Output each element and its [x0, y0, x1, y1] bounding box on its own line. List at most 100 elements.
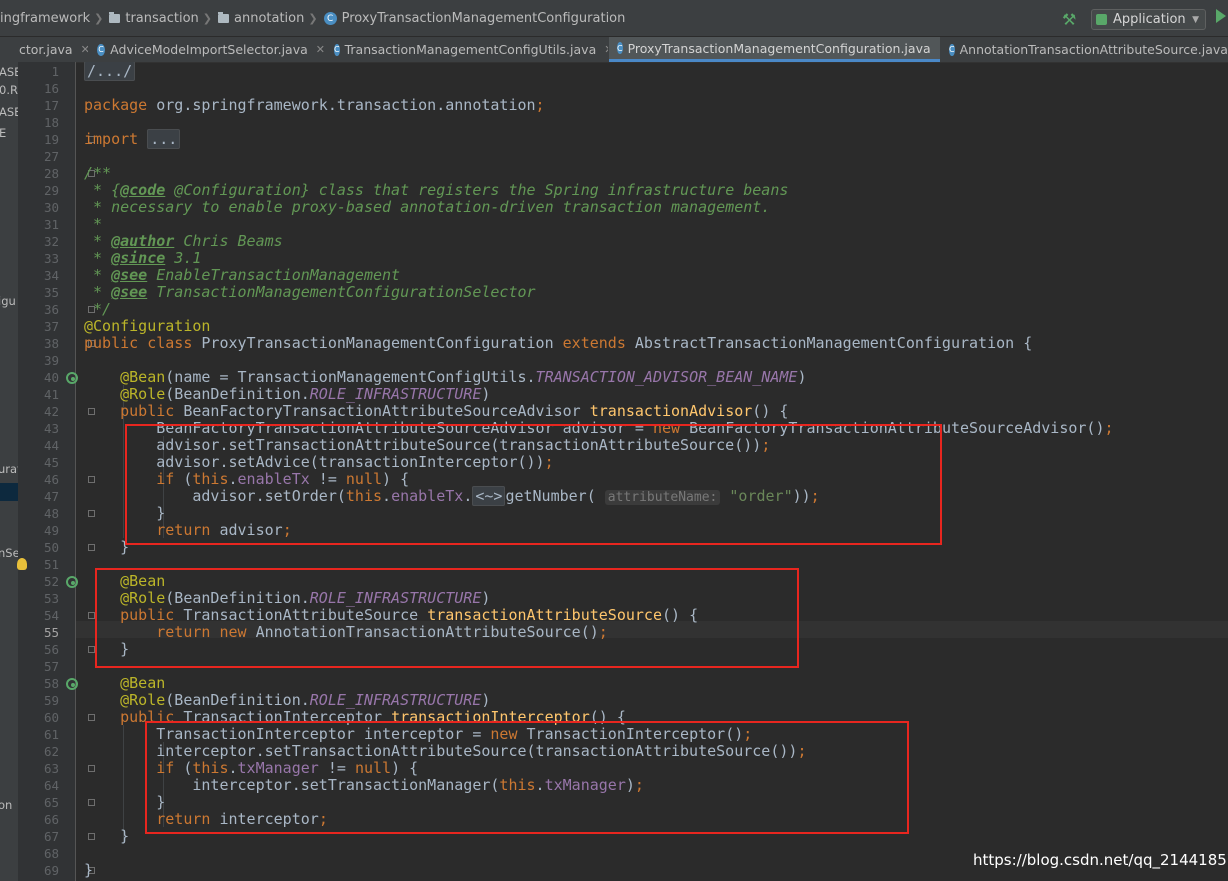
code-line[interactable]: * necessary to enable proxy-based annota…: [84, 199, 1114, 216]
line-number: 51: [43, 557, 59, 572]
code-line[interactable]: */: [84, 301, 1114, 318]
project-item[interactable]: 0.R: [0, 83, 18, 97]
breadcrumb-item-annotation[interactable]: annotation ❯: [218, 11, 324, 26]
code-token: ROLE_INFRASTRUCTURE: [309, 691, 482, 709]
code-line[interactable]: [84, 80, 1114, 97]
breadcrumb-item-transaction[interactable]: transaction ❯: [109, 11, 218, 26]
tab-advicemodeimportselector[interactable]: C AdviceModeImportSelector.java ✕: [89, 37, 325, 62]
tab-selector-java[interactable]: ctor.java✕: [0, 37, 88, 62]
chevron-right-icon: ❯: [202, 12, 212, 25]
line-number: 34: [43, 268, 59, 283]
folder-icon: [109, 12, 121, 23]
line-number: 19: [43, 132, 59, 147]
code-line[interactable]: [84, 114, 1114, 131]
run-icon[interactable]: [1216, 9, 1226, 23]
code-line[interactable]: [84, 148, 1114, 165]
code-line[interactable]: @Configuration: [84, 318, 1114, 335]
highlight-box-attribute-source: [95, 568, 799, 668]
code-token: public class: [84, 334, 202, 352]
line-number: 41: [43, 387, 59, 402]
code-token: public: [120, 402, 184, 420]
code-line[interactable]: * {@code @Configuration} class that regi…: [84, 182, 1114, 199]
line-number: 39: [43, 353, 59, 368]
tab-annotationtransactionattributesource[interactable]: C AnnotationTransactionAttributeSource.ja…: [941, 37, 1228, 62]
breadcrumb-item-class[interactable]: C ProxyTransactionManagementConfiguration: [323, 11, 625, 26]
line-number: 47: [43, 489, 59, 504]
class-icon: C: [323, 12, 337, 25]
code-line[interactable]: [84, 845, 1114, 862]
code-line[interactable]: public class ProxyTransactionManagementC…: [84, 335, 1114, 352]
code-token: @author: [111, 232, 175, 250]
class-icon: C: [617, 42, 623, 54]
code-line[interactable]: /.../: [84, 62, 1114, 81]
line-number: 45: [43, 455, 59, 470]
close-icon[interactable]: ✕: [939, 42, 940, 55]
line-number: 62: [43, 744, 59, 759]
code-token: }: [84, 861, 94, 879]
tab-transactionmanagementconfigutils[interactable]: CTransactionManagementConfigUtils.java✕: [326, 37, 608, 62]
code-token: @see: [111, 266, 148, 284]
code-token: @since: [111, 249, 166, 267]
project-item[interactable]: nSe: [0, 546, 18, 560]
code-token: ;: [535, 96, 545, 114]
code-token: EnableTransactionManagement: [147, 266, 401, 284]
code-line[interactable]: /**: [84, 165, 1114, 182]
close-icon[interactable]: ✕: [316, 43, 325, 56]
intention-bulb-icon[interactable]: [17, 558, 27, 570]
code-token: @Role: [120, 691, 166, 709]
class-icon: C: [334, 43, 340, 56]
code-line[interactable]: *: [84, 216, 1114, 233]
line-number: 55: [43, 625, 59, 640]
project-item[interactable]: urat: [0, 462, 18, 476]
line-number: 52: [43, 574, 59, 589]
code-line[interactable]: @Role(BeanDefinition.ROLE_INFRASTRUCTURE…: [84, 386, 1114, 403]
code-line[interactable]: * @author Chris Beams: [84, 233, 1114, 250]
code-line[interactable]: * @since 3.1: [84, 250, 1114, 267]
code-line[interactable]: import ...: [84, 129, 1114, 149]
code-token: org.springframework.transaction.annotati…: [156, 96, 536, 114]
project-item[interactable]: igu: [0, 294, 16, 308]
project-selection[interactable]: [0, 483, 18, 501]
code-token: (name = TransactionManagementConfigUtils…: [165, 368, 536, 386]
code-line[interactable]: * @see EnableTransactionManagement: [84, 267, 1114, 284]
code-token: ProxyTransactionManagementConfiguration: [201, 334, 563, 352]
build-hammer-icon[interactable]: ⚒: [1062, 10, 1076, 29]
line-number: 57: [43, 659, 59, 674]
close-icon[interactable]: ✕: [604, 43, 608, 56]
line-number: 18: [43, 115, 59, 130]
folded-code-marker[interactable]: ...: [147, 129, 181, 149]
code-token: *: [84, 215, 103, 233]
line-number: 64: [43, 778, 59, 793]
code-line[interactable]: }: [84, 862, 1114, 879]
code-line[interactable]: * @see TransactionManagementConfiguratio…: [84, 284, 1114, 301]
code-line[interactable]: package org.springframework.transaction.…: [84, 97, 1114, 114]
line-number: 16: [43, 81, 59, 96]
project-item[interactable]: on: [0, 798, 12, 812]
code-token: ): [481, 385, 491, 403]
code-line[interactable]: @Bean: [84, 675, 1114, 692]
code-token: extends: [562, 334, 635, 352]
breadcrumb-item-springframework[interactable]: ingframework ❯: [0, 11, 109, 26]
code-token: @Configuration} class that registers the…: [165, 181, 789, 199]
code-token: ;: [1104, 419, 1114, 437]
tab-proxytransactionmanagementconfiguration[interactable]: C ProxyTransactionManagementConfiguration…: [609, 37, 940, 62]
application-icon: [1096, 14, 1107, 25]
project-item[interactable]: E: [0, 126, 6, 140]
run-configuration-select[interactable]: Application ▼: [1091, 9, 1206, 30]
code-line[interactable]: public BeanFactoryTransactionAttributeSo…: [84, 403, 1114, 420]
line-number-gutter[interactable]: 1 16 17 18 19 27 28 29 30 31 32 33 34 35 36 37 38 39 40 41 4…: [18, 62, 95, 881]
close-icon[interactable]: ✕: [81, 43, 88, 56]
code-line[interactable]: @Bean(name = TransactionManagementConfig…: [84, 369, 1114, 386]
line-number: 30: [43, 200, 59, 215]
line-number: 63: [43, 761, 59, 776]
project-item[interactable]: ASE: [0, 65, 18, 79]
project-panel[interactable]: ASE 0.R ASE E igu urat nSe on: [0, 62, 18, 881]
code-token: Chris Beams: [174, 232, 283, 250]
code-line[interactable]: [84, 352, 1114, 369]
project-item[interactable]: ASE: [0, 105, 18, 119]
code-line[interactable]: @Role(BeanDefinition.ROLE_INFRASTRUCTURE…: [84, 692, 1114, 709]
folder-icon: [218, 12, 229, 23]
